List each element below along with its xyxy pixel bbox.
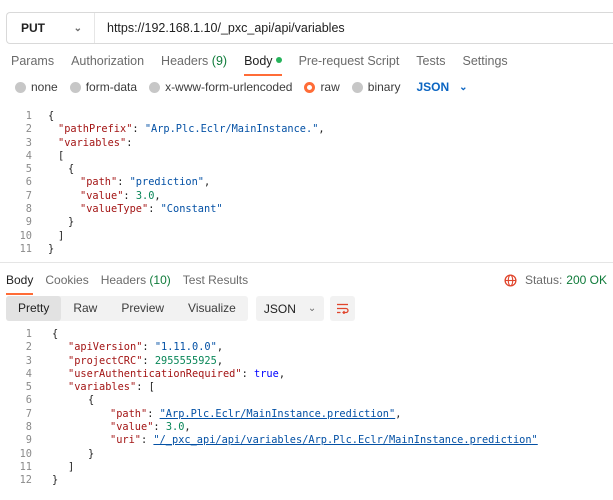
tab-settings[interactable]: Settings [462, 54, 507, 76]
tab-params[interactable]: Params [11, 54, 54, 76]
body-format-select[interactable]: JSON ⌄ [416, 80, 467, 94]
body-indicator-dot [275, 57, 282, 63]
body-type-options: none form-data x-www-form-urlencoded raw… [15, 80, 468, 94]
view-raw[interactable]: Raw [61, 296, 109, 321]
chevron-down-icon: ⌄ [459, 81, 468, 93]
radio-none[interactable]: none [15, 80, 58, 94]
view-visualize[interactable]: Visualize [176, 296, 248, 321]
response-view-toolbar: Pretty Raw Preview Visualize JSON ⌄ [6, 296, 356, 321]
view-preview[interactable]: Preview [109, 296, 176, 321]
view-mode-segment: Pretty Raw Preview Visualize [6, 296, 248, 321]
wrap-lines-button[interactable] [330, 296, 356, 321]
tab-cookies[interactable]: Cookies [45, 273, 88, 295]
url-input[interactable]: https://192.168.1.10/_pxc_api/api/variab… [95, 21, 345, 35]
wrap-lines-icon [337, 303, 349, 314]
radio-urlencoded[interactable]: x-www-form-urlencoded [149, 80, 292, 94]
view-pretty[interactable]: Pretty [6, 296, 62, 321]
uri-link[interactable]: "/_pxc_api/api/variables/Arp.Plc.Eclr/Ma… [153, 434, 537, 446]
globe-icon[interactable] [504, 273, 517, 287]
request-tabs: Params Authorization Headers (9) Body Pr… [11, 54, 525, 76]
radio-binary[interactable]: binary [351, 80, 400, 94]
chevron-down-icon: ⌄ [307, 303, 317, 314]
radio-raw[interactable]: raw [304, 80, 340, 94]
request-url-bar: PUT ⌄ https://192.168.1.10/_pxc_api/api/… [6, 12, 613, 44]
tab-headers[interactable]: Headers (9) [161, 54, 227, 76]
tab-response-headers[interactable]: Headers (10) [101, 273, 171, 295]
response-format-select[interactable]: JSON ⌄ [255, 296, 325, 321]
tab-response-body[interactable]: Body [6, 273, 34, 295]
chevron-down-icon: ⌄ [73, 22, 82, 34]
tab-test-results[interactable]: Test Results [183, 273, 248, 295]
response-tabs: Body Cookies Headers (10) Test Results [6, 273, 260, 295]
status-label: Status: [524, 273, 563, 287]
tab-body[interactable]: Body [244, 54, 282, 76]
pane-divider[interactable] [0, 262, 613, 263]
tab-pre-request-script[interactable]: Pre-request Script [299, 54, 400, 76]
method-select[interactable]: PUT ⌄ [7, 13, 95, 43]
method-label: PUT [21, 21, 45, 35]
status-value[interactable]: 200 OK [566, 273, 607, 287]
response-status: Status: 200 OK [504, 273, 607, 287]
tab-authorization[interactable]: Authorization [71, 54, 144, 76]
path-link[interactable]: "Arp.Plc.Eclr/MainInstance.prediction" [160, 408, 396, 420]
radio-form-data[interactable]: form-data [69, 80, 137, 94]
tab-tests[interactable]: Tests [416, 54, 445, 76]
